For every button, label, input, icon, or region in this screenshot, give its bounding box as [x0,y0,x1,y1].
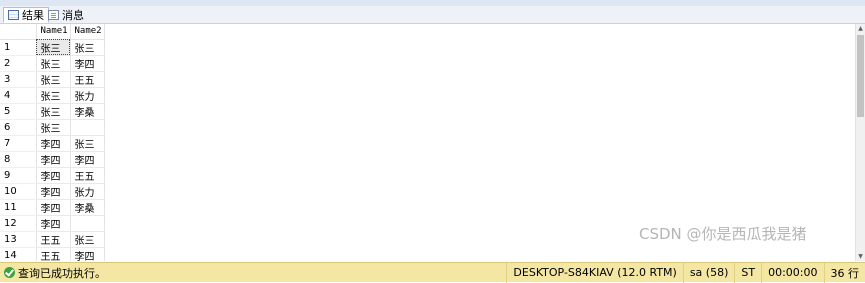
table-cell[interactable]: 王五 [70,167,104,183]
table-row[interactable]: 6张三 [0,119,104,135]
table-row[interactable]: 12李四 [0,215,104,231]
table-cell[interactable]: 张三 [70,231,104,247]
table-row[interactable]: 11李四李桑 [0,199,104,215]
table-cell[interactable]: 张三 [70,135,104,151]
table-row[interactable]: 8李四李四 [0,151,104,167]
table-row[interactable]: 4张三张力 [0,87,104,103]
table-cell[interactable]: 李四 [70,55,104,71]
table-cell[interactable]: 李四 [36,151,70,167]
status-bar: 查询已成功执行。 DESKTOP-S84KIAV (12.0 RTM) sa (… [0,262,865,282]
row-number[interactable]: 2 [0,55,36,71]
table-cell[interactable]: 李四 [36,135,70,151]
row-number[interactable]: 5 [0,103,36,119]
table-cell[interactable]: 张三 [36,119,70,135]
row-number[interactable]: 3 [0,71,36,87]
table-cell[interactable]: 李四 [70,151,104,167]
row-number[interactable]: 7 [0,135,36,151]
table-row[interactable]: 13王五张三 [0,231,104,247]
result-tabs: 结果 消息 [0,6,865,24]
column-header-name1[interactable]: Name1 [36,24,70,39]
table-row[interactable]: 1张三张三 [0,39,104,55]
table-cell[interactable]: 李四 [36,215,70,231]
watermark: CSDN @你是西瓜我是猪 [639,223,807,244]
table-cell[interactable]: 王五 [70,71,104,87]
tab-results[interactable]: 结果 [3,7,49,23]
table-cell[interactable]: 张三 [36,39,70,55]
tab-messages-label: 消息 [62,7,84,23]
table-cell[interactable]: 李桑 [70,199,104,215]
status-server: DESKTOP-S84KIAV (12.0 RTM) [506,263,682,283]
table-row[interactable]: 5张三李桑 [0,103,104,119]
table-row[interactable]: 9李四王五 [0,167,104,183]
row-number[interactable]: 1 [0,39,36,55]
table-row[interactable]: 7李四张三 [0,135,104,151]
scroll-up-icon[interactable]: ▲ [856,24,865,33]
row-number[interactable]: 14 [0,247,36,261]
scroll-down-icon[interactable]: ▼ [856,252,865,261]
table-cell[interactable]: 王五 [36,231,70,247]
check-circle-icon [4,267,15,278]
row-number[interactable]: 10 [0,183,36,199]
scroll-thumb[interactable] [857,35,864,117]
table-row[interactable]: 3张三王五 [0,71,104,87]
tab-results-label: 结果 [22,7,44,23]
row-number[interactable]: 6 [0,119,36,135]
table-cell[interactable]: 张三 [36,103,70,119]
status-user: sa (58) [683,263,735,283]
table-cell[interactable]: 张力 [70,183,104,199]
table-cell[interactable]: 李四 [36,183,70,199]
table-cell[interactable]: 张三 [36,87,70,103]
row-number[interactable]: 11 [0,199,36,215]
message-icon [48,10,59,20]
status-database: ST [734,263,761,283]
table-cell[interactable]: 张三 [70,39,104,55]
table-cell[interactable]: 李四 [36,199,70,215]
status-elapsed: 00:00:00 [761,263,823,283]
grid-icon [8,10,19,20]
results-table: Name1 Name2 1张三张三2张三李四3张三王五4张三张力5张三李桑6张三… [0,24,105,261]
table-cell[interactable]: 王五 [36,247,70,261]
table-cell[interactable]: 李四 [70,247,104,261]
row-number[interactable]: 12 [0,215,36,231]
row-number[interactable]: 8 [0,151,36,167]
tab-messages[interactable]: 消息 [44,7,88,23]
table-cell[interactable]: 李四 [36,167,70,183]
grid-corner[interactable] [0,24,36,39]
table-row[interactable]: 14王五李四 [0,247,104,261]
table-cell[interactable]: 张力 [70,87,104,103]
table-row[interactable]: 10李四张力 [0,183,104,199]
row-number[interactable]: 4 [0,87,36,103]
table-cell[interactable] [70,215,104,231]
status-message: 查询已成功执行。 [18,265,506,281]
column-header-name2[interactable]: Name2 [70,24,104,39]
table-cell[interactable]: 张三 [36,55,70,71]
table-cell[interactable]: 李桑 [70,103,104,119]
row-number[interactable]: 13 [0,231,36,247]
table-row[interactable]: 2张三李四 [0,55,104,71]
table-cell[interactable]: 张三 [36,71,70,87]
status-row-count: 36 行 [824,263,865,283]
vertical-scrollbar[interactable]: ▲ ▼ [855,24,865,261]
table-cell[interactable] [70,119,104,135]
row-number[interactable]: 9 [0,167,36,183]
